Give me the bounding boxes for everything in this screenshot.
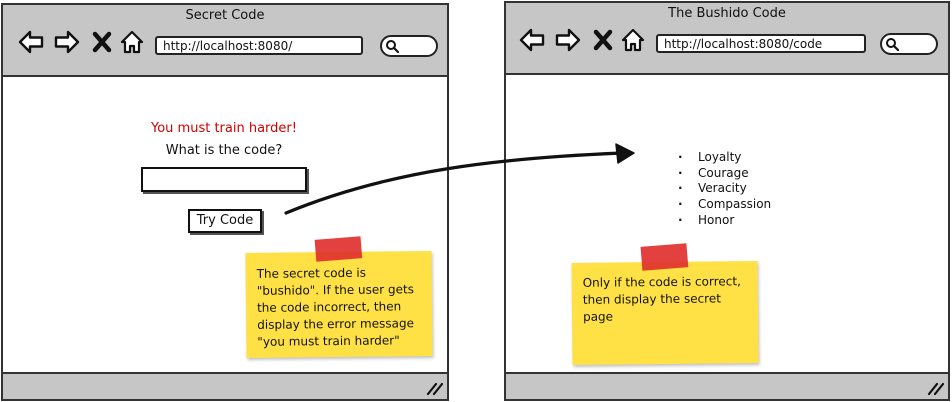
status-bar bbox=[3, 372, 447, 399]
home-icon bbox=[120, 30, 144, 54]
resize-grip-icon[interactable] bbox=[926, 380, 944, 396]
error-message: You must train harder! bbox=[151, 121, 297, 136]
address-bar[interactable]: http://localhost:8080/code bbox=[656, 34, 866, 53]
note-text: Only if the code is correct, then displa… bbox=[582, 274, 741, 324]
back-button[interactable] bbox=[17, 29, 45, 55]
forward-button[interactable] bbox=[554, 27, 582, 53]
forward-arrow-icon bbox=[54, 30, 80, 54]
forward-button[interactable] bbox=[53, 29, 81, 55]
list-item: Veracity bbox=[678, 181, 771, 197]
bushido-virtues-list: Loyalty Courage Veracity Compassion Hono… bbox=[678, 150, 771, 229]
home-icon bbox=[621, 28, 645, 52]
list-item: Courage bbox=[678, 166, 771, 182]
try-code-button[interactable]: Try Code bbox=[188, 209, 262, 233]
window-title: The Bushido Code bbox=[668, 6, 786, 21]
search-box[interactable] bbox=[380, 35, 438, 57]
list-item: Honor bbox=[678, 213, 771, 229]
search-icon bbox=[386, 40, 399, 53]
back-button[interactable] bbox=[518, 27, 546, 53]
tape-strip bbox=[314, 236, 363, 262]
tape-strip bbox=[640, 243, 689, 271]
window-title: Secret Code bbox=[185, 8, 265, 23]
search-icon bbox=[886, 38, 899, 51]
home-button[interactable] bbox=[119, 29, 145, 55]
annotation-sticky-note: Only if the code is correct, then displa… bbox=[571, 243, 759, 365]
address-bar[interactable]: http://localhost:8080/ bbox=[155, 36, 363, 55]
note-text: The secret code is "bushido". If the use… bbox=[256, 265, 415, 349]
forward-arrow-icon bbox=[555, 28, 581, 52]
close-x-icon bbox=[593, 29, 613, 51]
code-input[interactable] bbox=[141, 167, 307, 192]
status-bar bbox=[506, 372, 948, 399]
home-button[interactable] bbox=[620, 27, 646, 53]
stop-button[interactable] bbox=[91, 29, 113, 55]
close-x-icon bbox=[92, 31, 112, 53]
code-prompt: What is the code? bbox=[165, 143, 283, 158]
browser-toolbar: The Bushido Code http://localhost:8080/c… bbox=[506, 3, 948, 75]
annotation-sticky-note: The secret code is "bushido". If the use… bbox=[245, 236, 433, 358]
back-arrow-icon bbox=[18, 30, 44, 54]
back-arrow-icon bbox=[519, 28, 545, 52]
resize-grip-icon[interactable] bbox=[425, 380, 443, 396]
list-item: Compassion bbox=[678, 197, 771, 213]
search-box[interactable] bbox=[880, 33, 938, 55]
browser-toolbar: Secret Code http://localhost:8080/ bbox=[3, 5, 447, 77]
list-item: Loyalty bbox=[678, 150, 771, 166]
stop-button[interactable] bbox=[592, 27, 614, 53]
